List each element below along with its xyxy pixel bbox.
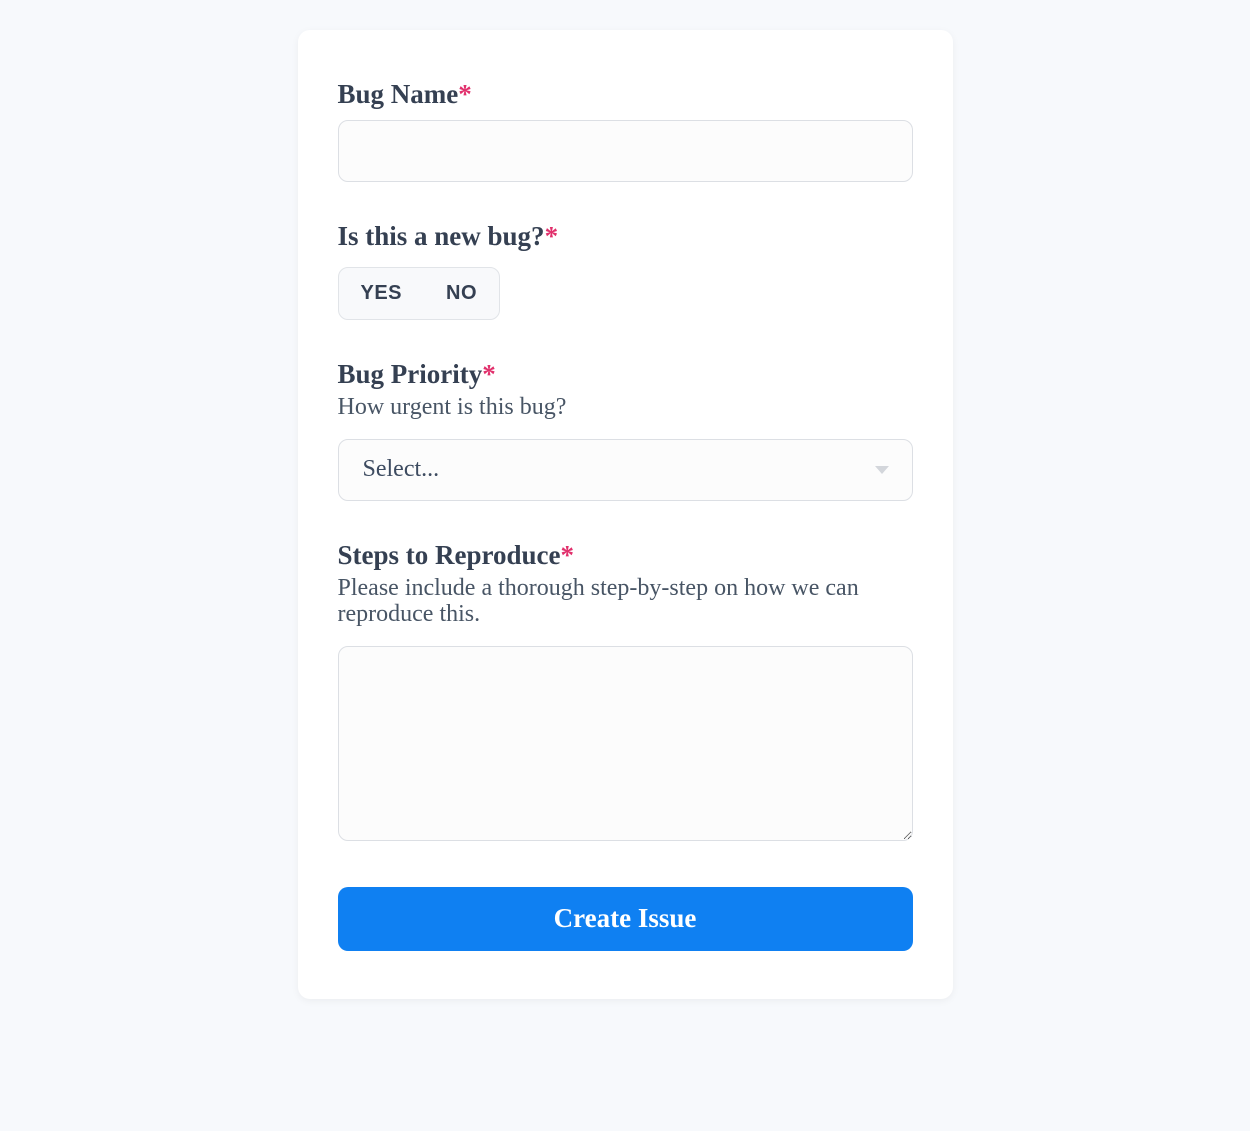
- steps-sublabel: Please include a thorough step-by-step o…: [338, 575, 913, 628]
- priority-select[interactable]: Select...: [338, 439, 913, 501]
- bug-name-input[interactable]: [338, 120, 913, 182]
- steps-label-text: Steps to Reproduce: [338, 540, 561, 570]
- priority-field: Bug Priority* How urgent is this bug? Se…: [338, 358, 913, 501]
- new-bug-no-button[interactable]: NO: [424, 268, 499, 319]
- new-bug-yes-button[interactable]: YES: [339, 268, 425, 319]
- required-star: *: [458, 79, 472, 109]
- steps-field: Steps to Reproduce* Please include a tho…: [338, 539, 913, 845]
- bug-name-label-text: Bug Name: [338, 79, 459, 109]
- bug-name-field: Bug Name*: [338, 78, 913, 182]
- bug-form-card: Bug Name* Is this a new bug?* YES NO Bug…: [298, 30, 953, 999]
- required-star: *: [561, 540, 575, 570]
- priority-label: Bug Priority*: [338, 358, 913, 390]
- steps-label: Steps to Reproduce*: [338, 539, 913, 571]
- bug-name-label: Bug Name*: [338, 78, 913, 110]
- required-star: *: [545, 221, 559, 251]
- required-star: *: [482, 359, 496, 389]
- new-bug-label: Is this a new bug?*: [338, 220, 913, 252]
- new-bug-toggle-group: YES NO: [338, 267, 501, 320]
- steps-textarea[interactable]: [338, 646, 913, 841]
- create-issue-button[interactable]: Create Issue: [338, 887, 913, 951]
- priority-select-placeholder: Select...: [363, 456, 440, 483]
- new-bug-field: Is this a new bug?* YES NO: [338, 220, 913, 319]
- chevron-down-icon: [875, 466, 889, 474]
- priority-sublabel: How urgent is this bug?: [338, 394, 913, 420]
- priority-select-wrapper: Select...: [338, 439, 913, 501]
- new-bug-label-text: Is this a new bug?: [338, 221, 545, 251]
- priority-label-text: Bug Priority: [338, 359, 483, 389]
